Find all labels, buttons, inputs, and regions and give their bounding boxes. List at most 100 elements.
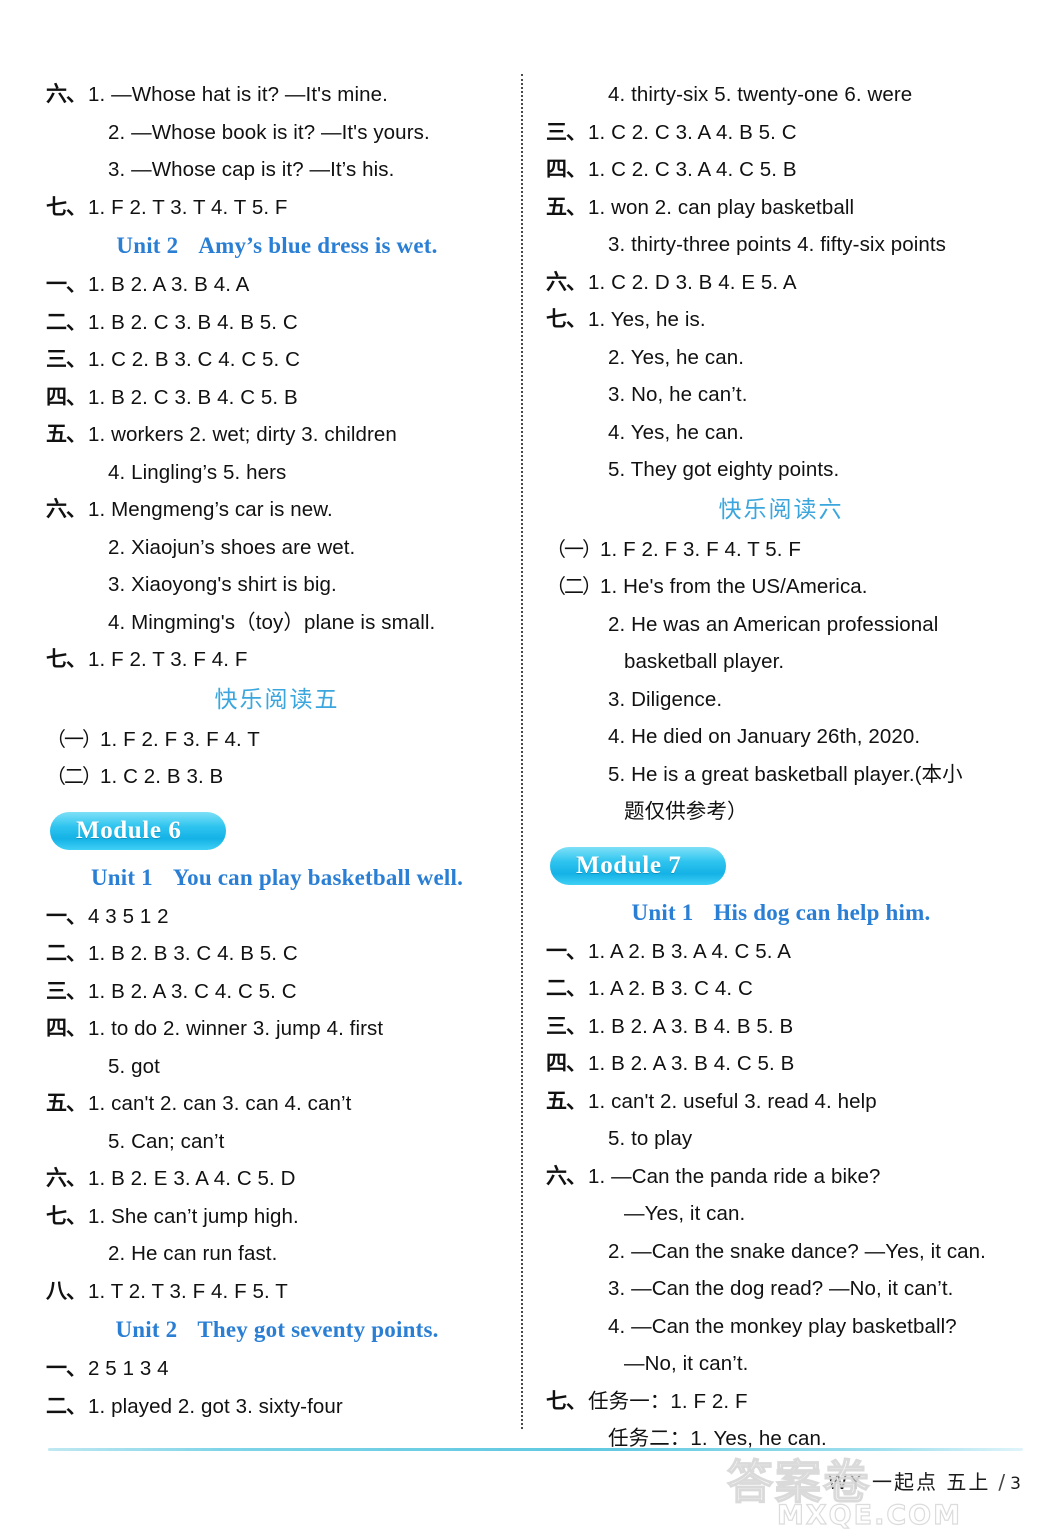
answer-line: 一、 1. B 2. A 3. B 4. A <box>46 266 508 304</box>
answer-line: basketball player. <box>546 643 1016 681</box>
module-badge-wrapper: Module 7 <box>550 846 1016 887</box>
answer-text: 1. F 2. F 3. F 4. T 5. F <box>600 537 802 561</box>
answer-marker: 五、 <box>46 422 87 446</box>
answer-text: 1. F 2. T 3. T 4. T 5. F <box>88 195 288 219</box>
answer-line: 五、 1. workers 2. wet; dirty 3. children <box>46 416 508 454</box>
answer-text: 任务一：1. F 2. F <box>588 1389 748 1413</box>
answer-line: 5. Can; can’t <box>46 1123 508 1161</box>
answer-marker: （二） <box>546 574 602 598</box>
answer-line: 3. Xiaoyong's shirt is big. <box>46 566 508 604</box>
answer-text: 4 3 5 1 2 <box>88 904 169 928</box>
answer-marker: 七、 <box>46 194 87 219</box>
answer-line: 4. Lingling’s 5. hers <box>46 454 508 492</box>
answer-text: 3. Xiaoyong's shirt is big. <box>108 573 337 596</box>
unit-heading-unit-2-they-got-seventy-points: Unit 2 They got seventy points. <box>46 1310 508 1350</box>
answer-text: 5. to play <box>608 1127 693 1150</box>
answer-text: 1. T 2. T 3. F 4. F 5. T <box>88 1279 288 1303</box>
answer-text: 1. —Whose hat is it? —It's mine. <box>88 83 388 106</box>
answer-text: 1. F 2. T 3. F 4. F <box>88 648 248 671</box>
answer-line: 3. Diligence. <box>546 681 1016 719</box>
unit-title: They got seventy points. <box>197 1317 439 1342</box>
answer-line: （一） 1. F 2. F 3. F 4. T 5. F <box>546 531 1016 569</box>
answer-marker: （一） <box>46 726 102 751</box>
unit-number: Unit 2 <box>115 1317 178 1342</box>
unit-heading-unit-2-amy-s-blue-dress-is-wet: Unit 2 Amy’s blue dress is wet. <box>46 226 508 266</box>
answer-text: 1. B 2. C 3. B 4. B 5. C <box>88 310 298 334</box>
answer-text: 任务二：1. Yes, he can. <box>608 1427 827 1450</box>
answer-text: 1. F 2. F 3. F 4. T <box>100 727 260 751</box>
answer-line: 2. He can run fast. <box>46 1235 508 1273</box>
answer-text: 题仅供参考） <box>624 800 748 823</box>
answer-line: 5. He is a great basketball player.(本小 <box>546 756 1016 794</box>
answer-text: —Yes, it can. <box>624 1202 746 1225</box>
answer-line: 一、 2 5 1 3 4 <box>46 1350 508 1388</box>
footer-book-info: WY 一起点 五上 /3 <box>828 1466 1023 1495</box>
answer-text: 1. C 2. B 3. C 4. C 5. C <box>88 348 301 371</box>
answer-marker: 四、 <box>46 1016 87 1040</box>
answer-text: 4. He died on January 26th, 2020. <box>608 725 921 748</box>
answer-text: 1. won 2. can play basketball <box>588 195 855 219</box>
answer-text: 1. Yes, he is. <box>588 308 706 331</box>
answer-line: 二、 1. played 2. got 3. sixty-four <box>46 1388 508 1426</box>
answer-marker: 六、 <box>46 82 87 106</box>
answer-text: 4. Yes, he can. <box>608 420 745 444</box>
answer-line: 任务二：1. Yes, he can. <box>546 1420 1016 1458</box>
answer-text: 1. to do 2. winner 3. jump 4. first <box>88 1017 384 1040</box>
answer-line: （二） 1. C 2. B 3. B <box>46 758 508 796</box>
answer-text: 1. B 2. C 3. B 4. C 5. B <box>88 385 298 409</box>
answer-line: 三、 1. B 2. A 3. C 4. C 5. C <box>46 973 508 1011</box>
answer-marker: 三、 <box>546 119 587 144</box>
answer-text: 1. C 2. C 3. A 4. B 5. C <box>588 120 797 144</box>
answer-marker: （二） <box>46 764 102 788</box>
answer-line: 七、 1. F 2. T 3. T 4. T 5. F <box>46 189 508 227</box>
answer-text: 1. C 2. B 3. B <box>100 765 224 788</box>
answer-line: 4. —Can the monkey play basketball? <box>546 1308 1016 1346</box>
answer-line: 5. to play <box>546 1120 1016 1158</box>
answer-text: 4. Mingming's（toy）plane is small. <box>108 610 436 634</box>
answer-line: 2. Yes, he can. <box>546 339 1016 377</box>
answer-text: 5. got <box>108 1054 160 1078</box>
answer-text: 5. Can; can’t <box>108 1129 225 1153</box>
answer-text: 3. Diligence. <box>608 687 723 711</box>
answer-marker: 八、 <box>46 1278 87 1303</box>
answer-line: 四、 1. B 2. A 3. B 4. C 5. B <box>546 1045 1016 1083</box>
answer-marker: 一、 <box>46 903 87 928</box>
unit-heading-unit-1-his-dog-can-help-him: Unit 1 His dog can help him. <box>546 893 1016 933</box>
answer-text: 1. B 2. E 3. A 4. C 5. D <box>88 1167 296 1190</box>
answer-text: 2. Yes, he can. <box>608 345 745 369</box>
reading-section-heading: 快乐阅读五 <box>214 686 340 713</box>
answer-marker: 五、 <box>546 194 587 219</box>
answer-line: 七、 1. She can’t jump high. <box>46 1198 508 1236</box>
page-separator: / <box>998 1470 1008 1494</box>
unit-heading-unit-1-you-can-play-basketball-well: Unit 1 You can play basketball well. <box>46 858 508 898</box>
answer-line: 一、 4 3 5 1 2 <box>46 898 508 936</box>
answer-key-page: 六、 1. —Whose hat is it? —It's mine. 2. —Wh… <box>0 0 1059 1536</box>
page-number: 3 <box>1010 1474 1023 1494</box>
answer-line: 三、 1. C 2. B 3. C 4. C 5. C <box>46 341 508 379</box>
answer-marker: 三、 <box>546 1013 587 1038</box>
answer-line: 4. Mingming's（toy）plane is small. <box>46 604 508 642</box>
unit-number: Unit 2 <box>116 233 179 258</box>
answer-line: 七、 任务一：1. F 2. F <box>546 1383 1016 1421</box>
answer-line: —No, it can’t. <box>546 1345 1016 1383</box>
answer-line: —Yes, it can. <box>546 1195 1016 1233</box>
answer-text: 1. workers 2. wet; dirty 3. children <box>88 423 397 446</box>
answer-text: 1. B 2. A 3. B 4. C 5. B <box>588 1052 795 1075</box>
answer-text: 5. They got eighty points. <box>608 458 840 481</box>
answer-text: 2. Xiaojun’s shoes are wet. <box>108 535 356 559</box>
answer-text: 1. A 2. B 3. A 4. C 5. A <box>588 939 791 963</box>
answer-text: 1. B 2. B 3. C 4. B 5. C <box>88 942 298 965</box>
answer-text: 1. C 2. D 3. B 4. E 5. A <box>588 270 797 294</box>
answer-marker: 七、 <box>546 307 587 331</box>
answer-marker: 一、 <box>546 938 587 963</box>
answer-text: 1. can't 2. can 3. can 4. can’t <box>88 1092 352 1115</box>
answer-line: 四、 1. B 2. C 3. B 4. C 5. B <box>46 379 508 417</box>
answer-marker: （一） <box>546 536 602 561</box>
answer-marker: 七、 <box>46 647 87 671</box>
answer-line: 五、 1. can't 2. useful 3. read 4. help <box>546 1083 1016 1121</box>
answer-marker: 四、 <box>46 384 87 409</box>
module-badge-module-7: Module 7 <box>550 846 726 885</box>
answer-marker: 一、 <box>46 272 87 296</box>
unit-number: Unit 1 <box>631 899 694 925</box>
answer-line: 5. They got eighty points. <box>546 451 1016 489</box>
